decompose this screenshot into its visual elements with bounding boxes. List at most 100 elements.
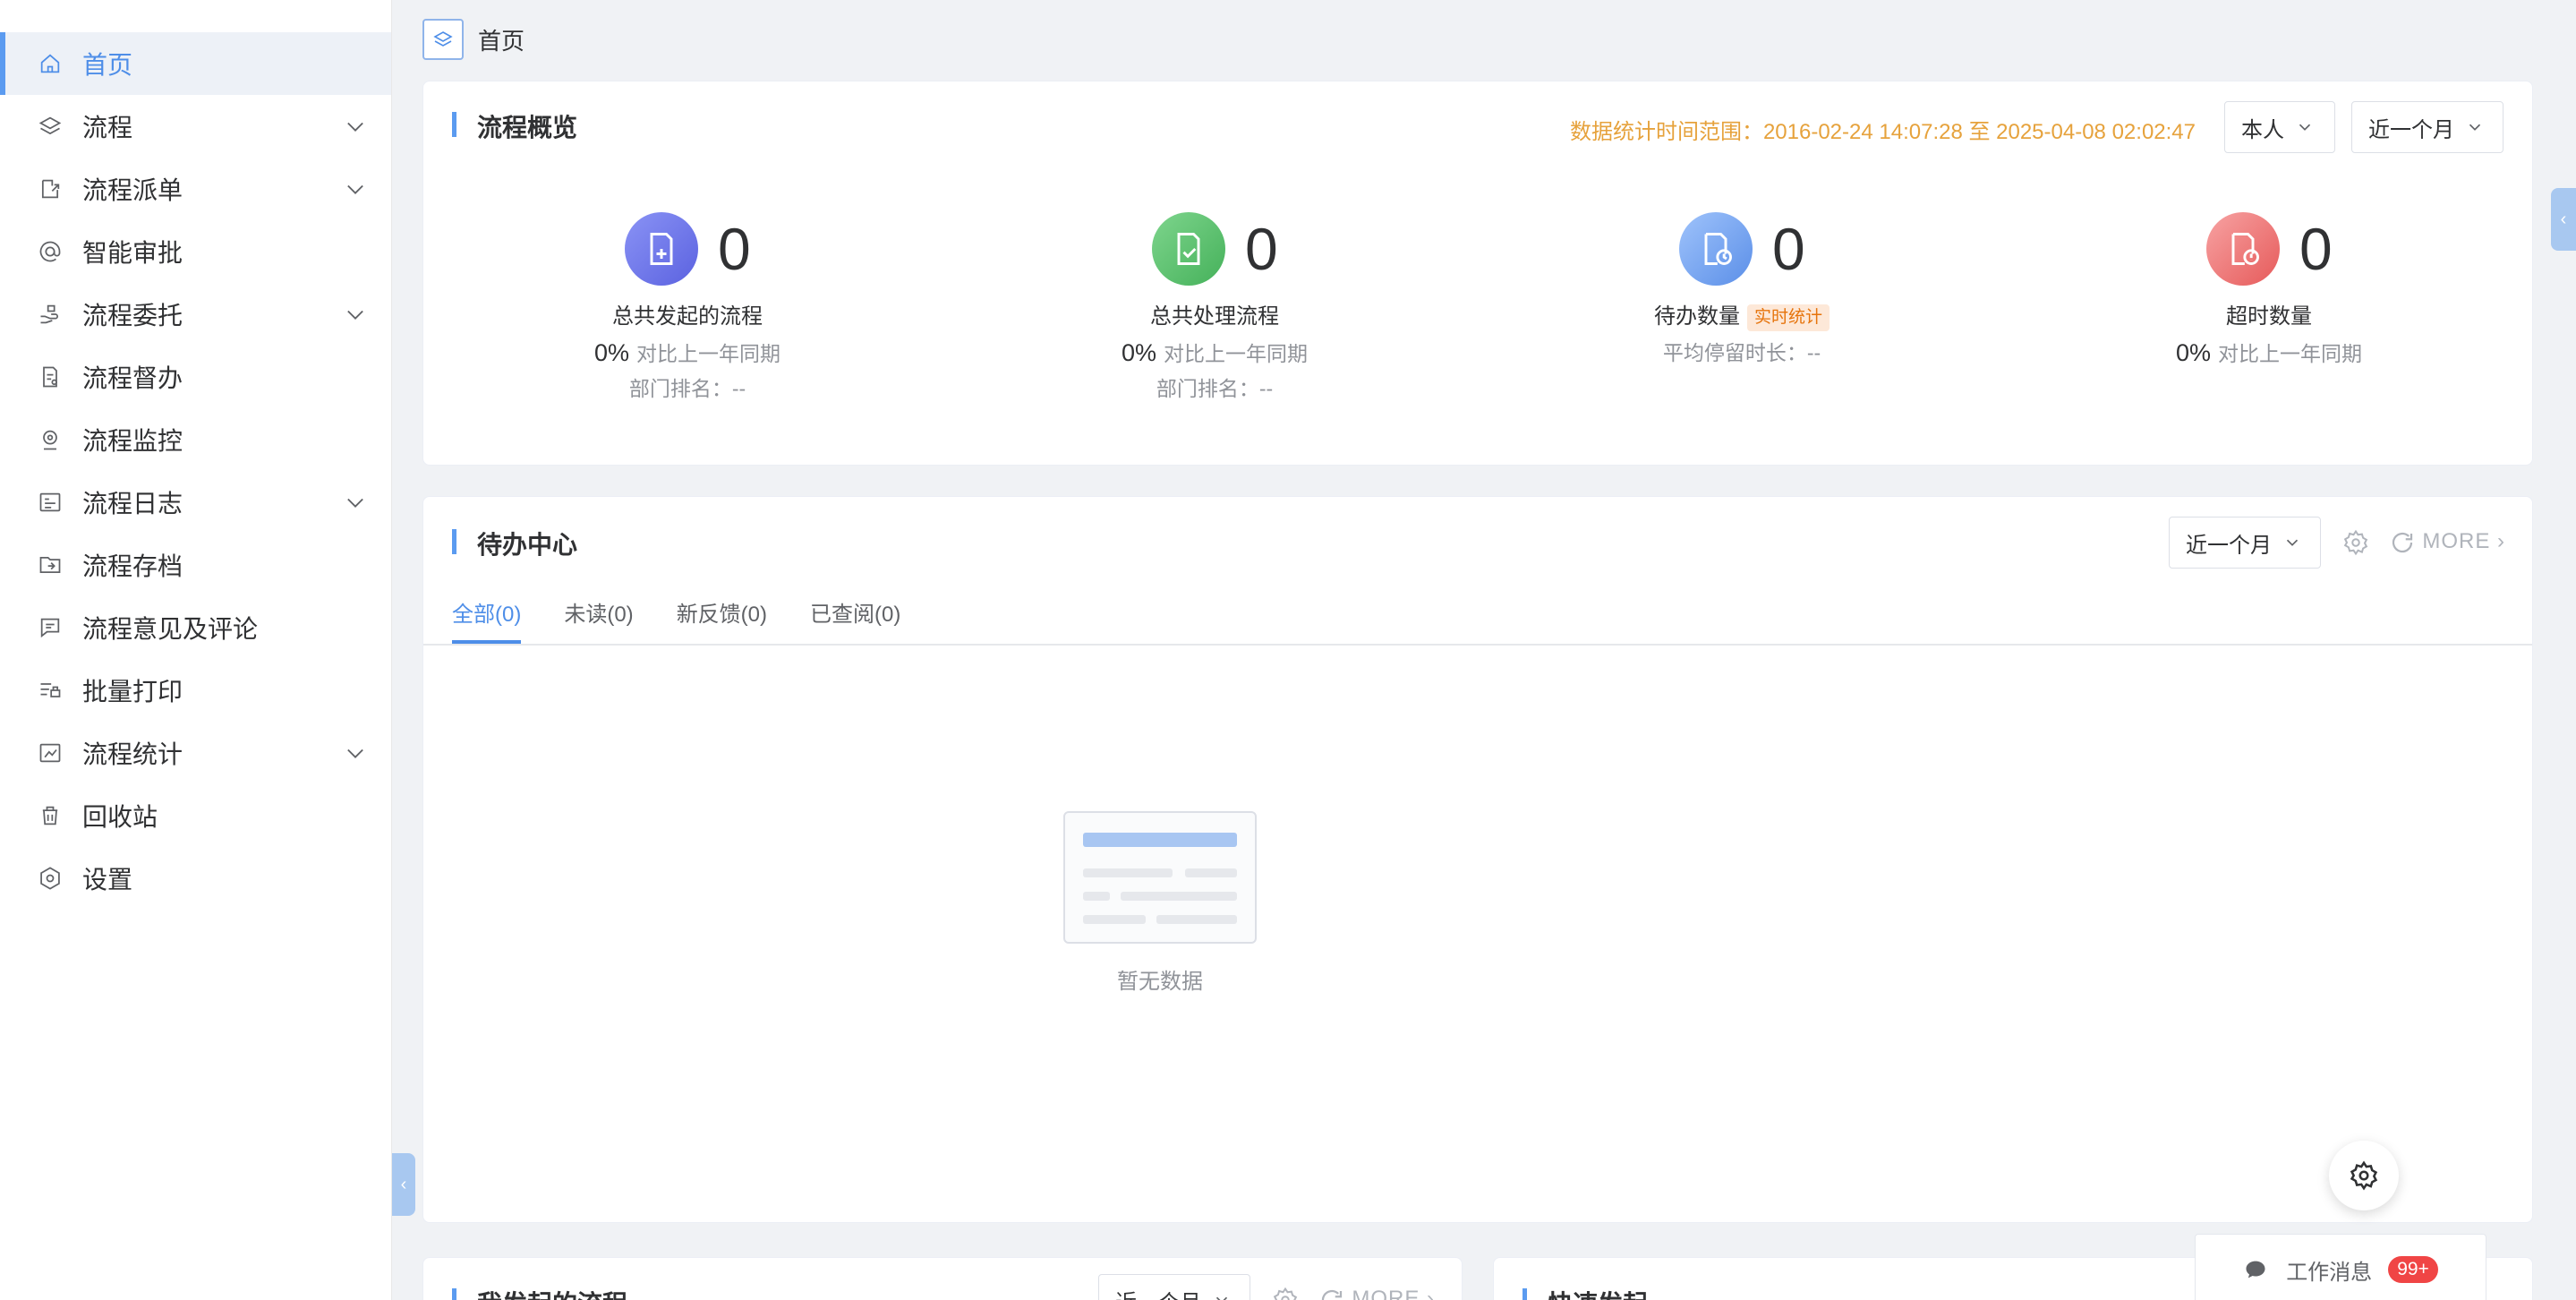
settings-fab[interactable]: [2329, 1141, 2399, 1210]
gear-icon: [2350, 1160, 2378, 1191]
sidebar-item-label: 流程意见及评论: [82, 615, 259, 643]
tab-new-feedback[interactable]: 新反馈(0): [677, 586, 767, 644]
sidebar-item-dispatch[interactable]: 流程派单: [0, 158, 391, 220]
sidebar-item-label: 设置: [82, 866, 133, 894]
layers-icon: [36, 112, 64, 141]
my-flows-period-select[interactable]: 近一个月: [1098, 1274, 1250, 1300]
sidebar-item-label: 流程存档: [82, 552, 183, 580]
chevron-down-icon[interactable]: [343, 302, 368, 327]
sidebar-collapse-button[interactable]: ‹: [392, 1153, 415, 1216]
todo-more-link[interactable]: MORE ›: [2422, 529, 2505, 554]
gear-icon[interactable]: [1272, 1287, 1299, 1300]
scope-select[interactable]: 本人: [2224, 101, 2335, 153]
stat-overdue-pct: 0%: [2175, 339, 2212, 366]
supervise-icon: [36, 363, 64, 391]
stats-icon: [36, 739, 64, 767]
my-flows-title: 我发起的流程: [452, 1285, 627, 1300]
stat-overdue-label: 超时数量: [2226, 304, 2312, 329]
empty-text: 暂无数据: [1117, 970, 1203, 994]
breadcrumb-current: 首页: [478, 27, 525, 55]
sidebar-item-log[interactable]: 流程日志: [0, 471, 391, 534]
stat-handled-pct: 0%: [1121, 339, 1157, 366]
chat-icon: [2246, 1261, 2265, 1279]
sidebar-item-smart-approval[interactable]: 智能审批: [0, 220, 391, 283]
tab-unread[interactable]: 未读(0): [564, 586, 633, 644]
print-icon: [36, 676, 64, 705]
tabs-divider: [423, 644, 2532, 646]
sidebar-item-label: 流程: [82, 114, 133, 141]
comment-icon: [36, 613, 64, 642]
sidebar-item-delegation[interactable]: 流程委托: [0, 283, 391, 346]
at-icon: [36, 237, 64, 266]
hand-icon: [36, 300, 64, 329]
stat-started-compare: 对比上一年同期: [636, 342, 781, 365]
todo-title: 待办中心: [452, 526, 577, 561]
work-messages-button[interactable]: 工作消息 99+: [2195, 1234, 2486, 1300]
todo-period-select[interactable]: 近一个月: [2169, 517, 2321, 569]
stats-range-text: 数据统计时间范围：2016-02-24 14:07:28 至 2025-04-0…: [1569, 120, 2196, 144]
tab-all[interactable]: 全部(0): [452, 586, 522, 644]
sidebar-item-label: 流程监控: [82, 427, 183, 455]
sidebar-item-settings[interactable]: 设置: [0, 847, 391, 910]
my-flows-more-link[interactable]: MORE ›: [1352, 1287, 1435, 1300]
empty-document-icon: [1063, 811, 1257, 944]
sidebar-item-label: 回收站: [82, 803, 158, 831]
sidebar-item-monitoring[interactable]: 流程监控: [0, 408, 391, 471]
chevron-down-icon: [1215, 1296, 1228, 1300]
realtime-badge: 实时统计: [1746, 304, 1830, 331]
sidebar-item-label: 智能审批: [82, 239, 183, 267]
todo-more-label: MORE: [2422, 529, 2491, 553]
empty-state: 暂无数据: [981, 811, 1339, 995]
overview-period-value: 近一个月: [2368, 117, 2454, 142]
stat-started-value: 0: [718, 216, 751, 282]
trash-icon: [36, 801, 64, 830]
stat-handled-compare: 对比上一年同期: [1164, 342, 1309, 365]
chevron-down-icon[interactable]: [343, 114, 368, 139]
settings-icon: [36, 864, 64, 893]
message-count-badge: 99+: [2388, 1256, 2438, 1283]
gear-icon[interactable]: [2342, 529, 2369, 556]
sidebar-item-batch-print[interactable]: 批量打印: [0, 659, 391, 722]
layers-icon[interactable]: [422, 19, 464, 60]
sidebar-item-supervision[interactable]: 流程督办: [0, 346, 391, 408]
chevron-down-icon: [2469, 124, 2481, 131]
chevron-down-icon: [2299, 124, 2311, 131]
sidebar-item-recycle-bin[interactable]: 回收站: [0, 784, 391, 847]
overview-title: 流程概览: [452, 108, 577, 144]
chevron-down-icon[interactable]: [343, 740, 368, 765]
sidebar-item-label: 流程派单: [82, 176, 183, 204]
stat-handled-rank: 部门排名：--: [1156, 377, 1274, 400]
chevron-down-icon[interactable]: [343, 490, 368, 515]
refresh-icon[interactable]: [1318, 1287, 1345, 1300]
stat-started-pct: 0%: [593, 339, 630, 366]
sidebar-item-statistics[interactable]: 流程统计: [0, 722, 391, 784]
quick-start-title: 快速发起: [1523, 1285, 1648, 1300]
refresh-icon[interactable]: [2389, 529, 2416, 556]
stat-overdue: 0 超时数量 0% 对比上一年同期: [2135, 211, 2403, 371]
todo-tabs: 全部(0) 未读(0) 新反馈(0) 已查阅(0): [452, 586, 943, 644]
home-icon: [36, 49, 64, 78]
sidebar-item-comments[interactable]: 流程意见及评论: [0, 596, 391, 659]
my-flows-more-label: MORE: [1352, 1287, 1420, 1300]
sidebar-item-label: 流程督办: [82, 364, 183, 392]
stat-pending-label: 待办数量: [1653, 304, 1740, 329]
right-panel-toggle[interactable]: ‹: [2551, 188, 2576, 251]
tab-read[interactable]: 已查阅(0): [810, 586, 900, 644]
breadcrumb: 首页: [422, 18, 525, 61]
stat-pending: 0 待办数量 实时统计 平均停留时长：--: [1608, 211, 1876, 371]
stat-overdue-value: 0: [2299, 216, 2333, 282]
stat-handled-label: 总共处理流程: [1150, 304, 1279, 329]
document-check-icon: [1152, 212, 1225, 286]
stat-overdue-compare: 对比上一年同期: [2218, 342, 2363, 365]
stat-pending-value: 0: [1772, 216, 1805, 282]
sidebar-item-home[interactable]: 首页: [0, 32, 391, 95]
sidebar-item-flow[interactable]: 流程: [0, 95, 391, 158]
log-icon: [36, 488, 64, 517]
sidebar-item-label: 批量打印: [82, 678, 183, 706]
sidebar: 首页流程流程派单智能审批流程委托流程督办流程监控流程日志流程存档流程意见及评论批…: [0, 0, 392, 1300]
overview-period-select[interactable]: 近一个月: [2351, 101, 2503, 153]
stat-handled: 0 总共处理流程 0% 对比上一年同期 部门排名：--: [1080, 211, 1349, 406]
sidebar-item-archive[interactable]: 流程存档: [0, 534, 391, 596]
chevron-down-icon[interactable]: [343, 176, 368, 201]
dispatch-icon: [36, 175, 64, 203]
